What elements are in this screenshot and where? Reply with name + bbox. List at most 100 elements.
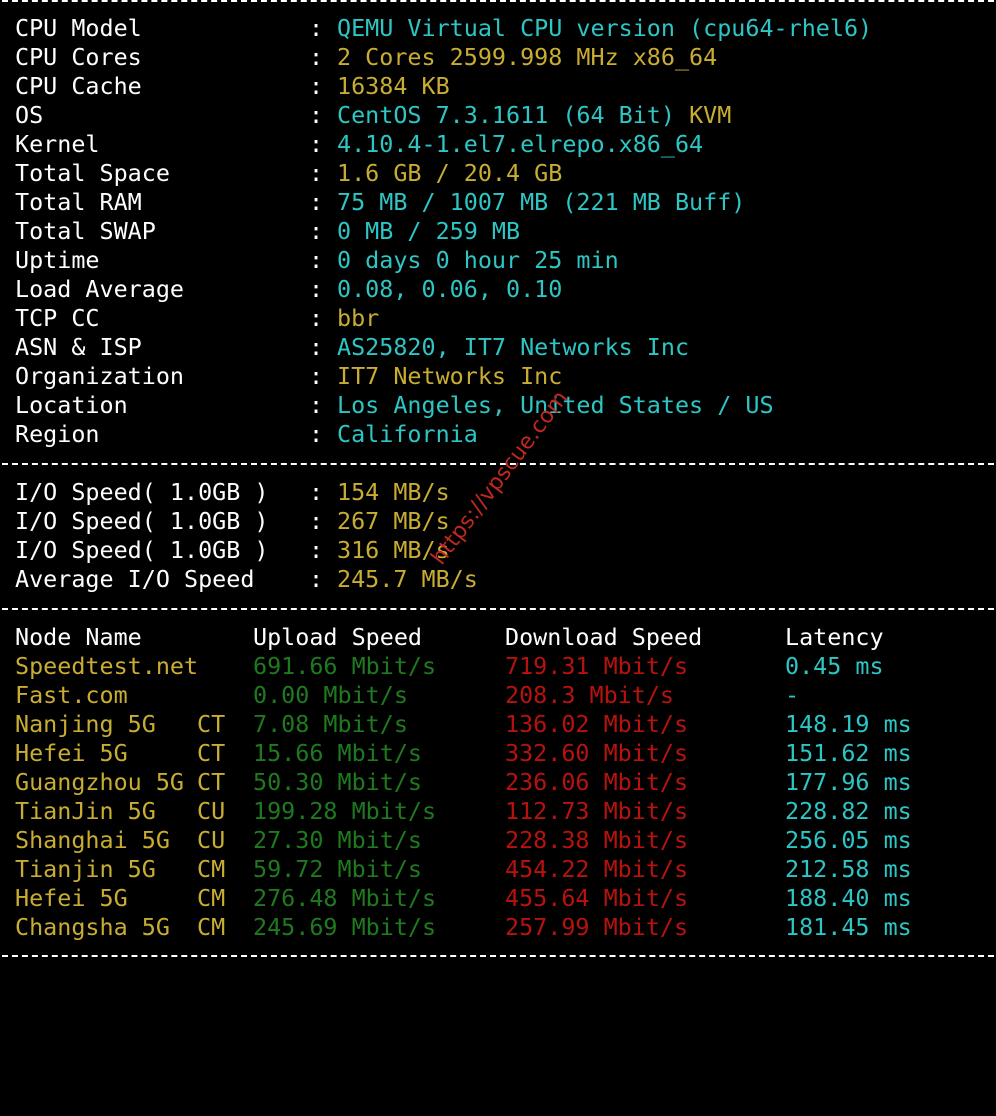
download-speed: 719.31 Mbit/s xyxy=(505,652,689,680)
io-value: 245.7 MB/s xyxy=(337,565,478,593)
latency: 228.82 ms xyxy=(785,797,912,825)
download-speed: 332.60 Mbit/s xyxy=(505,739,689,767)
info-colon: : xyxy=(309,130,324,158)
info-label: CPU Cores xyxy=(15,43,142,71)
info-value: 75 MB / 1007 MB (221 MB Buff) xyxy=(337,188,746,216)
header-download-speed: Download Speed xyxy=(505,623,703,651)
separator-line xyxy=(2,955,994,957)
download-speed: 257.99 Mbit/s xyxy=(505,913,689,941)
info-colon: : xyxy=(309,304,324,332)
info-colon: : xyxy=(309,420,324,448)
node-name: Hefei 5G xyxy=(15,884,128,912)
info-colon: : xyxy=(309,246,324,274)
info-row-tcp-cc: TCP CC : bbr xyxy=(0,304,379,333)
speedtest-row: Tianjin 5G CM 59.72 Mbit/s 454.22 Mbit/s… xyxy=(0,855,912,884)
latency: 181.45 ms xyxy=(785,913,912,941)
latency: 148.19 ms xyxy=(785,710,912,738)
speedtest-row: Hefei 5G CM 276.48 Mbit/s 455.64 Mbit/s … xyxy=(0,884,912,913)
speedtest-row: Changsha 5G CM 245.69 Mbit/s 257.99 Mbit… xyxy=(0,913,912,942)
info-row-region: Region : California xyxy=(0,420,478,449)
speedtest-row: TianJin 5G CU 199.28 Mbit/s 112.73 Mbit/… xyxy=(0,797,912,826)
io-colon: : xyxy=(309,478,324,506)
info-label: Load Average xyxy=(15,275,184,303)
info-row-load-average: Load Average : 0.08, 0.06, 0.10 xyxy=(0,275,562,304)
info-value: AS25820, IT7 Networks Inc xyxy=(337,333,690,361)
info-colon: : xyxy=(309,159,324,187)
info-label: Location xyxy=(15,391,128,419)
download-speed: 455.64 Mbit/s xyxy=(505,884,689,912)
upload-speed: 27.30 Mbit/s xyxy=(253,826,422,854)
info-row-os: OS : CentOS 7.3.1611 (64 Bit) KVM xyxy=(0,101,731,130)
info-colon: : xyxy=(309,333,324,361)
latency: 151.62 ms xyxy=(785,739,912,767)
info-value: 4.10.4-1.el7.elrepo.x86_64 xyxy=(337,130,704,158)
info-value: 1.6 GB / 20.4 GB xyxy=(337,159,563,187)
info-label: Total SWAP xyxy=(15,217,156,245)
info-colon: : xyxy=(309,391,324,419)
download-speed: 454.22 Mbit/s xyxy=(505,855,689,883)
info-row-location: Location : Los Angeles, United States / … xyxy=(0,391,774,420)
upload-speed: 7.08 Mbit/s xyxy=(253,710,408,738)
latency: 177.96 ms xyxy=(785,768,912,796)
io-label: I/O Speed( 1.0GB ) xyxy=(15,536,269,564)
latency: 212.58 ms xyxy=(785,855,912,883)
node-isp: CU xyxy=(197,797,226,825)
node-isp: CM xyxy=(197,884,226,912)
node-name: Hefei 5G xyxy=(15,739,128,767)
header-upload-speed: Upload Speed xyxy=(253,623,422,651)
separator-line xyxy=(2,463,994,465)
info-value: bbr xyxy=(337,304,380,332)
io-colon: : xyxy=(309,507,324,535)
node-isp: CT xyxy=(197,768,226,796)
info-value: CentOS 7.3.1611 (64 Bit) KVM xyxy=(337,101,731,130)
info-colon: : xyxy=(309,275,324,303)
info-label: OS xyxy=(15,101,44,129)
download-speed: 112.73 Mbit/s xyxy=(505,797,689,825)
info-label: CPU Cache xyxy=(15,72,142,100)
info-row-uptime: Uptime : 0 days 0 hour 25 min xyxy=(0,246,619,275)
io-row-average: Average I/O Speed : 245.7 MB/s xyxy=(0,565,478,594)
upload-speed: 276.48 Mbit/s xyxy=(253,884,437,912)
io-colon: : xyxy=(309,565,324,593)
info-colon: : xyxy=(309,101,324,129)
os-name: CentOS 7.3.1611 (64 Bit) xyxy=(337,101,675,129)
download-speed: 236.06 Mbit/s xyxy=(505,768,689,796)
speedtest-row: Shanghai 5G CU 27.30 Mbit/s 228.38 Mbit/… xyxy=(0,826,912,855)
node-name: Nanjing 5G xyxy=(15,710,156,738)
io-value: 267 MB/s xyxy=(337,507,450,535)
download-speed: 208.3 Mbit/s xyxy=(505,681,674,709)
info-colon: : xyxy=(309,72,324,100)
info-value: 0.08, 0.06, 0.10 xyxy=(337,275,563,303)
latency: 256.05 ms xyxy=(785,826,912,854)
info-colon: : xyxy=(309,217,324,245)
download-speed: 228.38 Mbit/s xyxy=(505,826,689,854)
io-label: I/O Speed( 1.0GB ) xyxy=(15,478,269,506)
info-row-cpu-cores: CPU Cores : 2 Cores 2599.998 MHz x86_64 xyxy=(0,43,717,72)
info-label: Kernel xyxy=(15,130,100,158)
speedtest-row: Guangzhou 5G CT 50.30 Mbit/s 236.06 Mbit… xyxy=(0,768,912,797)
speedtest-row: Fast.com 0.00 Mbit/s 208.3 Mbit/s - xyxy=(0,681,799,710)
upload-speed: 245.69 Mbit/s xyxy=(253,913,437,941)
node-isp: CM xyxy=(197,913,226,941)
separator-line xyxy=(2,608,994,610)
speedtest-row: Nanjing 5G CT 7.08 Mbit/s 136.02 Mbit/s … xyxy=(0,710,912,739)
info-colon: : xyxy=(309,14,324,42)
latency: 188.40 ms xyxy=(785,884,912,912)
os-virt: KVM xyxy=(689,101,732,129)
info-row-kernel: Kernel : 4.10.4-1.el7.elrepo.x86_64 xyxy=(0,130,703,159)
node-name: Speedtest.net xyxy=(15,652,199,680)
info-row-organization: Organization : IT7 Networks Inc xyxy=(0,362,562,391)
info-value: QEMU Virtual CPU version (cpu64-rhel6) xyxy=(337,14,873,42)
io-row: I/O Speed( 1.0GB ) : 316 MB/s xyxy=(0,536,450,565)
terminal-window: CPU Model : QEMU Virtual CPU version (cp… xyxy=(0,0,996,959)
node-name: TianJin 5G xyxy=(15,797,156,825)
info-row-cpu-model: CPU Model : QEMU Virtual CPU version (cp… xyxy=(0,14,872,43)
info-label: Total RAM xyxy=(15,188,142,216)
info-row-total-ram: Total RAM : 75 MB / 1007 MB (221 MB Buff… xyxy=(0,188,745,217)
info-value: 16384 KB xyxy=(337,72,450,100)
download-speed: 136.02 Mbit/s xyxy=(505,710,689,738)
info-value: California xyxy=(337,420,478,448)
speedtest-row: Speedtest.net 691.66 Mbit/s 719.31 Mbit/… xyxy=(0,652,884,681)
info-value: 0 days 0 hour 25 min xyxy=(337,246,619,274)
upload-speed: 199.28 Mbit/s xyxy=(253,797,437,825)
